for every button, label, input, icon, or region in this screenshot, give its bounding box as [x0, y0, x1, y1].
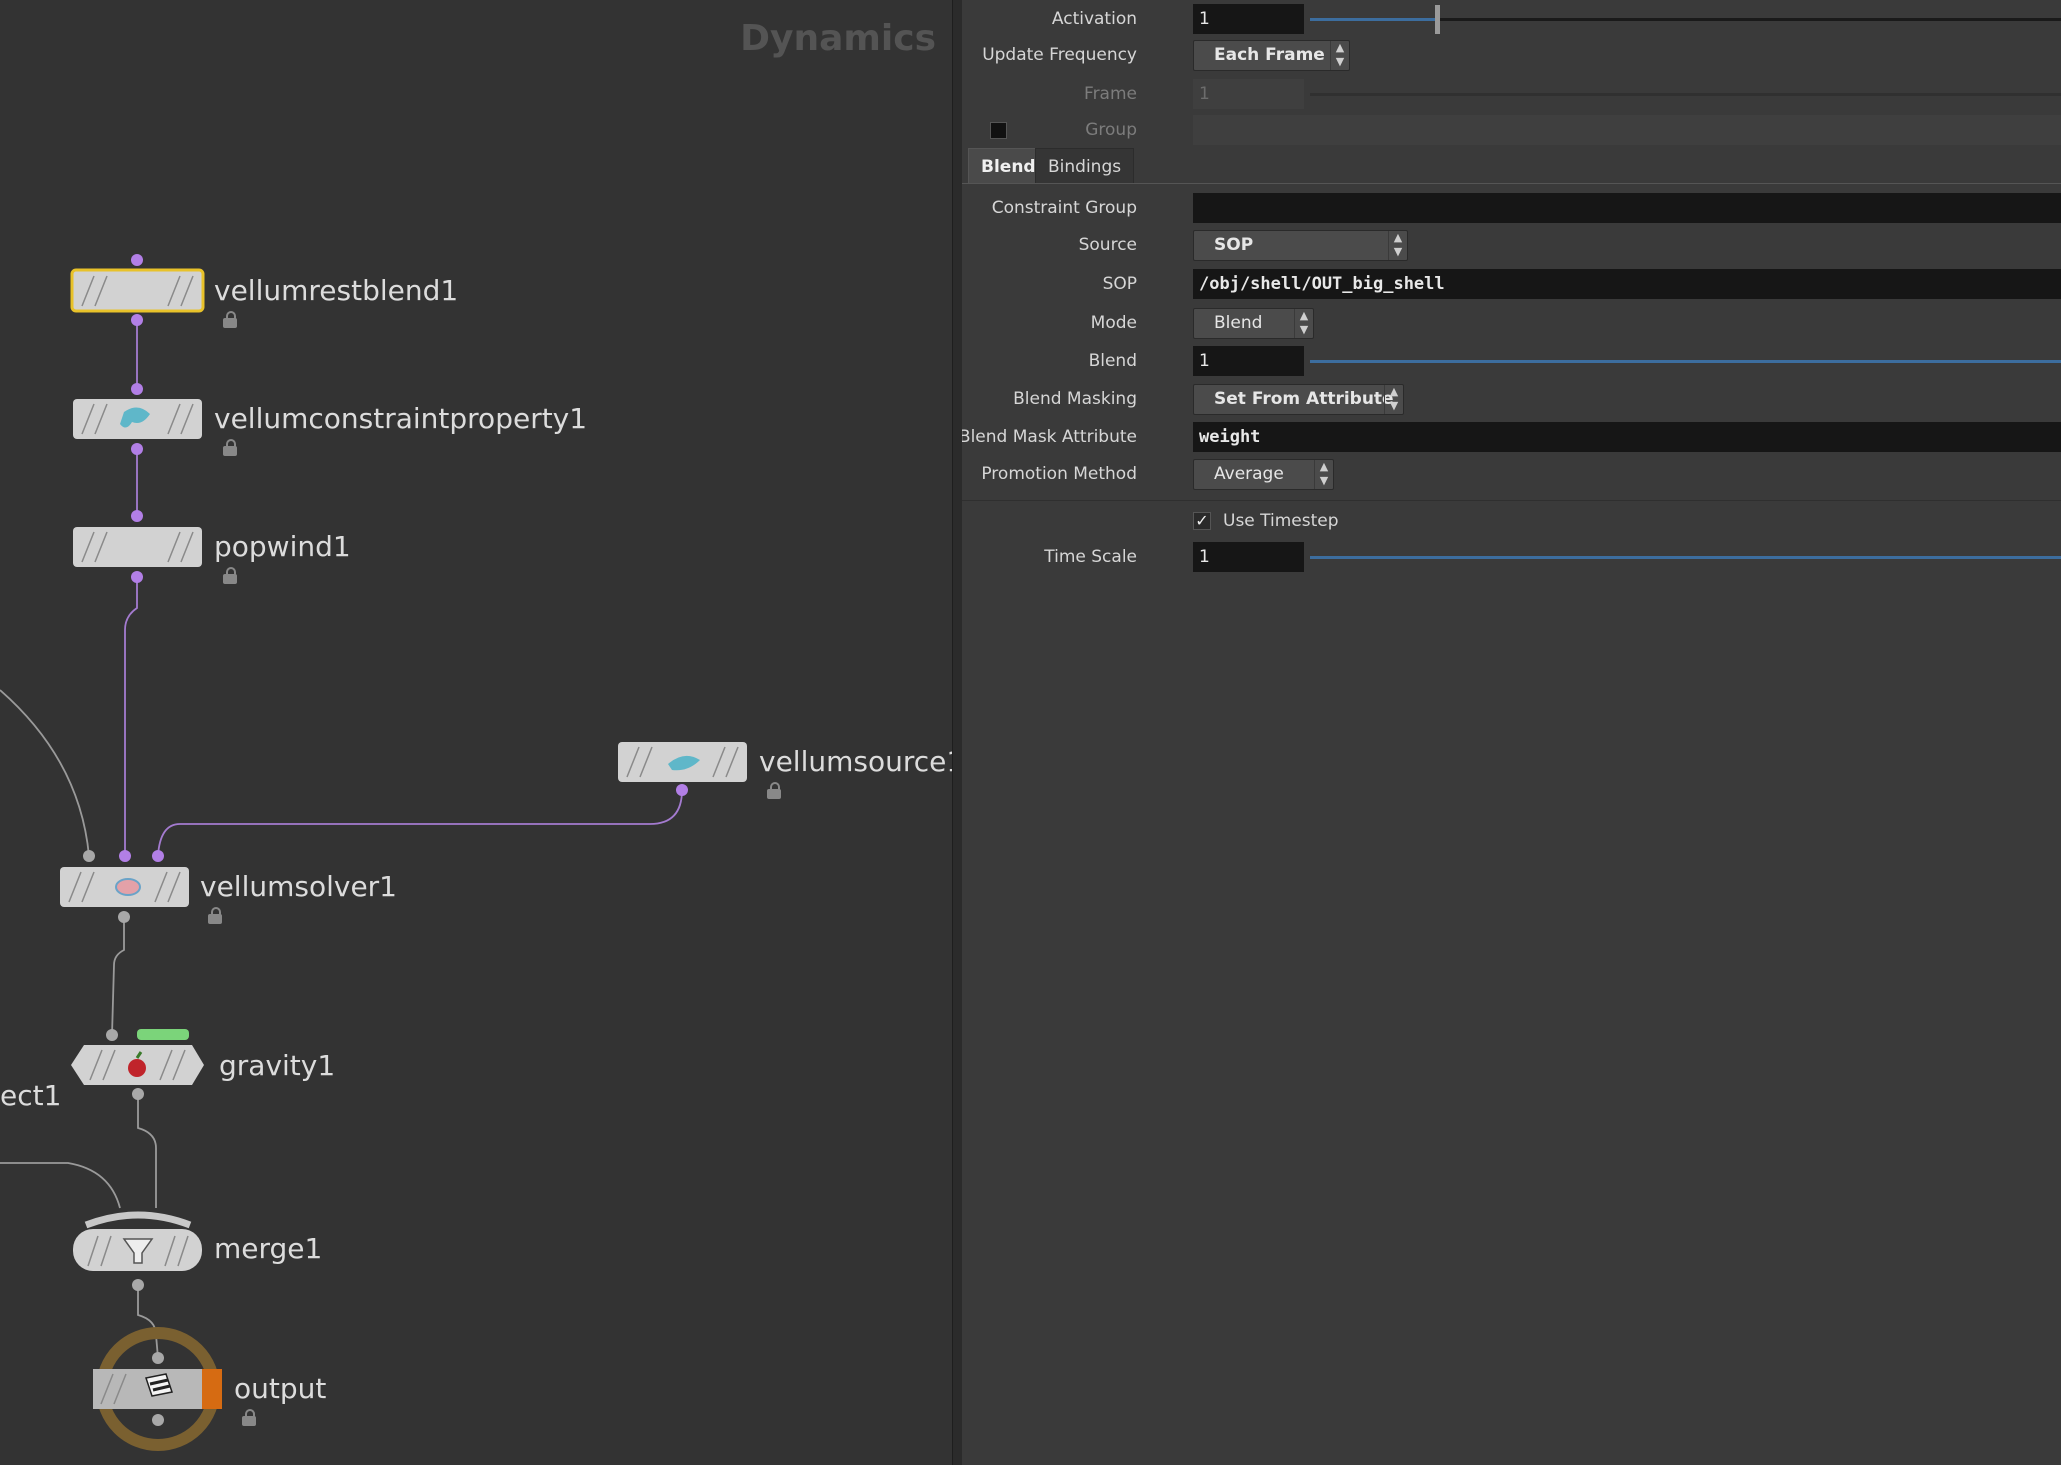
node-label-vellumsource1: vellumsource1 [759, 745, 952, 778]
menu-value: Set From Attribute [1214, 389, 1394, 409]
sop-path-field[interactable]: /obj/shell/OUT_big_shell [1193, 269, 2061, 299]
param-source: Source SOP ▲ ▼ [962, 229, 2061, 261]
node-label-output: output [234, 1372, 327, 1405]
wire-source-to-solver [157, 789, 683, 857]
promotion-method-menu[interactable]: Average ▲ ▼ [1193, 459, 1334, 490]
node-label-vellumrestblend1: vellumrestblend1 [214, 274, 459, 307]
param-constraint-group: Constraint Group [962, 192, 2061, 224]
param-blend-mask-attribute: Blend Mask Attribute weight [962, 421, 2061, 453]
node-vellumconstraintproperty1[interactable] [73, 399, 202, 439]
slider-handle[interactable] [1435, 5, 1440, 34]
node-vellumsolver1[interactable] [60, 867, 189, 907]
mode-menu[interactable]: Blend ▲ ▼ [1193, 308, 1314, 339]
tab-divider [962, 183, 2061, 184]
node-label-merge1: merge1 [214, 1232, 323, 1265]
param-promotion-method: Promotion Method Average ▲ ▼ [962, 458, 2061, 490]
chevron-updown-icon: ▲ ▼ [1384, 385, 1403, 414]
group-toggle-checkbox[interactable] [990, 122, 1007, 139]
node-label-gravity1: gravity1 [219, 1049, 336, 1082]
wire-offscreen-to-merge [0, 1162, 121, 1209]
use-timestep-checkbox[interactable]: ✓ [1193, 512, 1211, 530]
network-editor[interactable]: Dynamics vellumrestblend1 vellumconstrai… [0, 0, 952, 1465]
activation-slider[interactable] [1310, 5, 2061, 34]
param-label: SOP [1102, 274, 1137, 294]
section-divider [962, 500, 2061, 501]
menu-value: Blend [1214, 313, 1263, 333]
lock-icon [223, 311, 237, 328]
node-label-popwind1: popwind1 [214, 530, 351, 563]
gravity-flag-bar [137, 1029, 189, 1040]
param-label: Blend Mask Attribute [962, 427, 1137, 447]
wire-offscreen-to-solver [0, 689, 90, 857]
lock-icon [208, 907, 222, 924]
node-wires [0, 254, 747, 1451]
wire-solver-to-gravity [111, 917, 125, 1036]
param-label: Blend Masking [1013, 389, 1137, 409]
node-vellumsource1[interactable] [618, 742, 747, 782]
wire-popwind-to-solver [124, 577, 138, 856]
chevron-updown-icon: ▲ ▼ [1294, 309, 1313, 338]
frame-field: 1 [1193, 79, 1304, 109]
param-label: Promotion Method [981, 464, 1137, 484]
param-label: Mode [1090, 313, 1137, 333]
lock-icon [767, 782, 781, 799]
constraint-group-field[interactable] [1193, 193, 2061, 223]
parameter-editor: Activation 1 Update Frequency Each Frame… [962, 0, 2061, 1465]
param-label: Frame [1084, 84, 1137, 104]
time-scale-slider[interactable] [1310, 556, 2061, 559]
node-gravity1[interactable] [71, 1029, 204, 1085]
lock-icon [223, 567, 237, 584]
param-activation: Activation 1 [962, 3, 2061, 35]
chevron-updown-icon: ▲ ▼ [1388, 231, 1407, 260]
param-label: Constraint Group [991, 198, 1137, 218]
frame-slider [1310, 93, 2061, 96]
time-scale-field[interactable]: 1 [1193, 542, 1304, 572]
menu-value: SOP [1214, 235, 1254, 255]
param-use-timestep: ✓ Use Timestep [962, 505, 2061, 537]
param-label: Source [1078, 235, 1137, 255]
activation-field[interactable]: 1 [1193, 4, 1304, 34]
node-label-vellumconstraintproperty1: vellumconstraintproperty1 [214, 402, 588, 435]
lock-icon [242, 1409, 256, 1426]
tab-bindings[interactable]: Bindings [1035, 148, 1135, 184]
blend-field[interactable]: 1 [1193, 346, 1304, 376]
solver-icon [115, 878, 141, 896]
param-label: Group [1085, 120, 1137, 140]
param-mode: Mode Blend ▲ ▼ [962, 307, 2061, 339]
chevron-updown-icon: ▲ ▼ [1330, 41, 1349, 70]
group-field [1193, 115, 2061, 145]
node-merge1[interactable] [73, 1211, 202, 1271]
node-label-vellumsolver1: vellumsolver1 [200, 870, 397, 903]
apple-icon [128, 1059, 146, 1077]
lock-icon [223, 439, 237, 456]
param-frame: Frame 1 [962, 78, 2061, 110]
blend-masking-menu[interactable]: Set From Attribute ▲ ▼ [1193, 384, 1404, 415]
menu-value: Each Frame [1214, 45, 1325, 65]
menu-value: Average [1214, 464, 1284, 484]
node-vellumrestblend1[interactable] [70, 268, 205, 313]
param-time-scale: Time Scale 1 [962, 541, 2061, 573]
wire-merge-to-output [137, 1285, 159, 1359]
node-label-partial: ect1 [0, 1079, 62, 1112]
blend-slider[interactable] [1310, 360, 2061, 363]
param-group: Group [962, 114, 2061, 146]
source-menu[interactable]: SOP ▲ ▼ [1193, 230, 1408, 261]
param-blend-masking: Blend Masking Set From Attribute ▲ ▼ [962, 383, 2061, 415]
param-update-frequency: Update Frequency Each Frame ▲ ▼ [962, 39, 2061, 71]
blend-mask-attribute-field[interactable]: weight [1193, 422, 2061, 452]
param-label: Blend [1088, 351, 1137, 371]
chevron-updown-icon: ▲ ▼ [1314, 460, 1333, 489]
param-label: Time Scale [1044, 547, 1137, 567]
wire-gravity-to-merge [137, 1094, 157, 1208]
display-flag [202, 1369, 222, 1409]
node-popwind1[interactable] [73, 527, 202, 567]
param-label: Update Frequency [982, 45, 1137, 65]
update-frequency-menu[interactable]: Each Frame ▲ ▼ [1193, 40, 1350, 71]
param-label: Activation [1051, 9, 1137, 29]
use-timestep-label: Use Timestep [1223, 511, 1339, 531]
param-blend: Blend 1 [962, 345, 2061, 377]
param-sop: SOP /obj/shell/OUT_big_shell [962, 268, 2061, 300]
